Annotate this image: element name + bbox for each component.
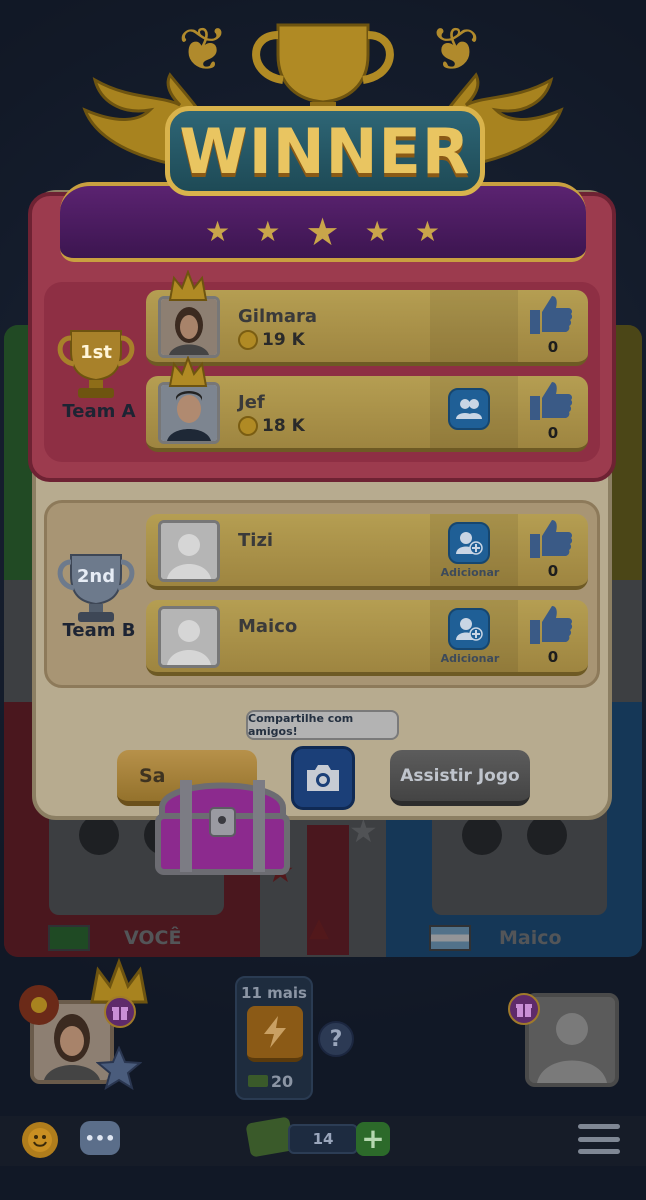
chat-button[interactable]: ••• (80, 1121, 120, 1155)
like-count: 0 (547, 648, 559, 666)
emoji-button[interactable] (22, 1122, 58, 1158)
boost-label: 11 mais (241, 984, 307, 1002)
like-button[interactable]: 0 (518, 290, 588, 362)
right-laurel-icon: ❦ (429, 15, 480, 85)
menu-line (578, 1136, 620, 1142)
player-name: Jef (238, 392, 265, 413)
money-balance: 14 (288, 1124, 358, 1154)
add-friend-icon (456, 532, 483, 555)
gift-icon (516, 1004, 532, 1017)
player-coins: 18 K (238, 416, 305, 436)
like-button[interactable]: 0 (518, 600, 588, 672)
avatar (158, 606, 220, 668)
add-friend-label: Adicionar (440, 652, 500, 665)
row-divider (430, 290, 518, 362)
lightning-button[interactable] (247, 1006, 303, 1062)
player-name: Gilmara (238, 306, 318, 327)
watch-game-button[interactable]: Assistir Jogo (390, 750, 530, 806)
camera-icon (307, 765, 339, 791)
star-icon: ★ (414, 215, 440, 248)
star-icon: ★ (305, 210, 340, 254)
player-coins: 19 K (238, 330, 305, 350)
trophy-icon (252, 23, 394, 120)
team-a-label: Team A (62, 401, 136, 422)
player-row-tizi: Tizi Adicionar 0 (146, 514, 588, 590)
left-laurel-icon: ❦ (178, 15, 229, 85)
dice-boost-panel[interactable]: 11 mais 20 (235, 976, 313, 1100)
like-count: 0 (547, 338, 559, 356)
like-button[interactable]: 0 (518, 376, 588, 448)
second-rank-text: 2nd (77, 566, 115, 587)
friends-icon (456, 399, 482, 419)
add-friend-button[interactable] (448, 608, 490, 650)
player-row-jef: Jef 18 K 0 (146, 376, 588, 452)
team-b-label: Team B (62, 620, 136, 641)
menu-line (578, 1149, 620, 1154)
player-row-gilmara: Gilmara 19 K 0 (146, 290, 588, 366)
like-count: 0 (547, 424, 559, 442)
coin-icon (238, 416, 258, 436)
menu-line (578, 1124, 620, 1129)
star-icon: ★ (364, 215, 390, 248)
like-count: 0 (547, 562, 559, 580)
thumbs-up-icon (530, 296, 573, 334)
coin-amount: 19 K (262, 330, 305, 350)
winner-title: WINNER (179, 114, 471, 188)
add-money-button[interactable]: + (356, 1122, 390, 1156)
flower-decoration-icon (19, 985, 59, 1025)
share-camera-button[interactable] (291, 746, 355, 810)
coin-amount: 18 K (262, 416, 305, 436)
friends-button[interactable] (448, 388, 490, 430)
add-friend-label: Adicionar (440, 566, 500, 579)
thumbs-up-icon (530, 520, 573, 558)
crown-icon (168, 270, 208, 301)
rating-stars: ★ ★ ★ ★ ★ (205, 210, 440, 254)
avatar (158, 520, 220, 582)
help-button[interactable]: ? (318, 1021, 354, 1057)
lightning-icon (264, 1016, 286, 1048)
level-star-badge-icon (96, 1046, 142, 1091)
menu-button[interactable] (578, 1124, 620, 1154)
gift-icon (112, 1007, 128, 1020)
player-name: Tizi (238, 530, 274, 551)
chat-icon: ••• (84, 1128, 116, 1148)
share-tooltip: Compartilhe com amigos! (246, 710, 399, 740)
smiley-icon (28, 1128, 52, 1152)
gift-button[interactable] (104, 996, 136, 1028)
star-icon: ★ (255, 215, 281, 248)
like-button[interactable]: 0 (518, 514, 588, 586)
treasure-chest-icon[interactable] (150, 768, 295, 878)
player-row-maico: Maico Adicionar 0 (146, 600, 588, 676)
add-friend-icon (456, 618, 483, 641)
thumbs-up-icon (530, 606, 573, 644)
boost-count: 20 (270, 1072, 294, 1091)
gift-button[interactable] (508, 993, 540, 1025)
first-rank-text: 1st (80, 342, 112, 363)
first-place-trophy-icon: 1st (57, 330, 135, 398)
winner-title-plate: WINNER (165, 106, 485, 196)
add-friend-button[interactable] (448, 522, 490, 564)
thumbs-up-icon (530, 382, 573, 420)
coin-icon (238, 330, 258, 350)
second-place-trophy-icon: 2nd (57, 554, 135, 622)
star-icon: ★ (205, 215, 231, 248)
crown-icon (168, 356, 208, 387)
player-name: Maico (238, 616, 298, 637)
